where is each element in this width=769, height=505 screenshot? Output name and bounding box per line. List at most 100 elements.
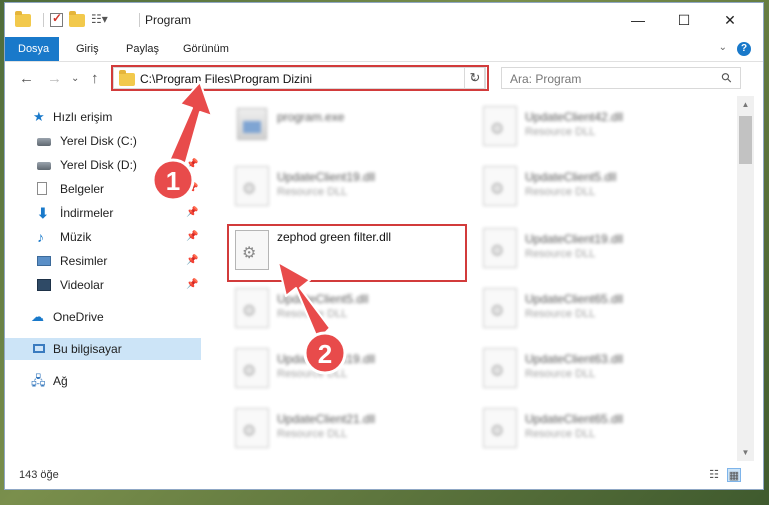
file-description: Resource DLL	[277, 428, 348, 440]
list-item[interactable]: ⚙ UpdateClient65.dll Resource DLL	[475, 404, 705, 454]
properties-icon[interactable]	[50, 11, 63, 27]
folder-icon	[15, 10, 31, 27]
file-name: UpdateClient19.dll	[277, 352, 376, 366]
file-list: program.exe ⚙ UpdateClient19.dll Resourc…	[205, 96, 737, 461]
file-name: program.exe	[277, 110, 345, 124]
pin-icon[interactable]: 📌	[186, 202, 198, 224]
list-item[interactable]: ⚙ UpdateClient63.dll Resource DLL	[475, 344, 705, 394]
sidebar-item-onedrive[interactable]: ☁ OneDrive	[5, 306, 201, 328]
explorer-window: ☷▾ Program — ☐ ✕ Dosya Giriş Paylaş Görü…	[4, 2, 764, 490]
title-divider	[139, 13, 140, 27]
expand-ribbon-icon[interactable]: ⌄	[719, 42, 727, 53]
scroll-up-icon[interactable]: ▲	[737, 96, 754, 113]
file-name: UpdateClient5.dll	[277, 292, 369, 306]
sidebar-item-documents[interactable]: Belgeler 📌	[5, 178, 201, 200]
sidebar-item-disk-c[interactable]: Yerel Disk (C:)	[5, 130, 201, 152]
dll-file-icon: ⚙	[483, 408, 517, 448]
minimize-button[interactable]: —	[615, 3, 661, 37]
search-input[interactable]: Ara: Program	[510, 72, 581, 86]
sidebar-item-label: Hızlı erişim	[53, 110, 113, 124]
forward-button[interactable]: →	[47, 70, 62, 87]
pictures-icon	[37, 256, 51, 266]
toolbar-divider	[43, 13, 44, 27]
tab-share[interactable]: Paylaş	[113, 37, 172, 61]
gear-icon: ⚙	[490, 243, 505, 260]
sidebar-item-label: Belgeler	[60, 182, 105, 196]
sidebar-item-label: Videolar	[60, 278, 104, 292]
sidebar-item-label: Bu bilgisayar	[53, 342, 122, 356]
file-name: UpdateClient5.dll	[525, 170, 617, 184]
file-name: UpdateClient21.dll	[277, 412, 376, 426]
list-item[interactable]: ⚙ UpdateClient65.dll Resource DLL	[475, 284, 705, 334]
sidebar-item-music[interactable]: ♪ Müzik 📌	[5, 226, 201, 248]
pin-icon[interactable]: 📌	[186, 178, 198, 200]
search-box[interactable]: Ara: Program ⚲	[501, 67, 741, 89]
dll-file-icon: ⚙	[483, 288, 517, 328]
sidebar-item-pictures[interactable]: Resimler 📌	[5, 250, 201, 272]
sidebar-item-downloads[interactable]: ⬇ İndirmeler 📌	[5, 202, 201, 224]
dll-file-icon: ⚙	[483, 228, 517, 268]
tab-file[interactable]: Dosya	[5, 37, 59, 61]
computer-icon	[33, 344, 45, 353]
help-icon[interactable]: ?	[737, 42, 751, 56]
back-button[interactable]: ←	[19, 70, 34, 87]
file-description: Resource DLL	[525, 308, 596, 320]
window-title: Program	[145, 13, 192, 27]
music-icon: ♪	[37, 229, 44, 245]
maximize-button[interactable]: ☐	[661, 3, 707, 37]
list-item[interactable]: ⚙ UpdateClient19.dll Resource DLL	[227, 344, 457, 394]
pin-icon[interactable]: 📌	[186, 250, 198, 272]
quick-access-toolbar: ☷▾	[15, 10, 119, 29]
gear-icon: ⚙	[242, 303, 257, 320]
sidebar-item-this-pc[interactable]: Bu bilgisayar	[5, 338, 201, 360]
scroll-thumb[interactable]	[739, 116, 752, 164]
tab-view[interactable]: Görünüm	[170, 37, 242, 61]
gear-icon: ⚙	[490, 303, 505, 320]
file-description: Resource DLL	[277, 186, 348, 198]
pin-icon[interactable]: 📌	[186, 226, 198, 248]
sidebar-item-videos[interactable]: Videolar 📌	[5, 274, 201, 296]
sidebar-item-label: OneDrive	[53, 310, 104, 324]
videos-icon	[37, 279, 51, 291]
file-description: Resource DLL	[525, 126, 596, 138]
cloud-icon: ☁	[31, 309, 44, 324]
file-name: UpdateClient19.dll	[277, 170, 376, 184]
sidebar-item-label: Müzik	[60, 230, 92, 244]
sidebar-item-quick-access[interactable]: ★ Hızlı erişim	[5, 106, 201, 128]
gear-icon: ⚙	[242, 181, 257, 198]
address-highlight	[111, 65, 489, 91]
large-icons-view-icon[interactable]: ▦	[727, 468, 741, 482]
dll-file-icon: ⚙	[483, 348, 517, 388]
recent-locations-icon[interactable]: ⌄	[71, 73, 79, 84]
details-view-icon[interactable]: ☷	[707, 468, 721, 482]
list-item[interactable]: ⚙ UpdateClient5.dll Resource DLL	[227, 284, 457, 334]
file-description: Resource DLL	[277, 368, 348, 380]
up-button[interactable]: ↑	[91, 70, 99, 87]
list-item[interactable]: ⚙ UpdateClient19.dll Resource DLL	[475, 224, 705, 274]
list-item[interactable]: ⚙ UpdateClient21.dll Resource DLL	[227, 404, 457, 454]
pin-icon[interactable]: 📌	[186, 154, 198, 176]
list-item[interactable]: program.exe	[227, 102, 457, 152]
star-icon: ★	[33, 109, 45, 124]
vertical-scrollbar[interactable]: ▲ ▼	[737, 96, 754, 461]
sidebar-item-disk-d[interactable]: Yerel Disk (D:) 📌	[5, 154, 201, 176]
sidebar-item-network[interactable]: 🖧 Ağ	[5, 370, 201, 392]
navigation-pane: ★ Hızlı erişim Yerel Disk (C:) Yerel Dis…	[5, 96, 201, 461]
scroll-down-icon[interactable]: ▼	[737, 444, 754, 461]
list-item[interactable]: ⚙ UpdateClient5.dll Resource DLL	[475, 162, 705, 212]
customize-icon[interactable]: ☷▾	[91, 12, 113, 28]
dll-file-icon: ⚙	[235, 166, 269, 206]
dll-file-icon: ⚙	[483, 106, 517, 146]
disk-icon	[37, 138, 51, 146]
tab-home[interactable]: Giriş	[63, 37, 112, 61]
gear-icon: ⚙	[490, 121, 505, 138]
gear-icon: ⚙	[490, 363, 505, 380]
list-item[interactable]: ⚙ UpdateClient19.dll Resource DLL	[227, 162, 457, 212]
new-folder-icon[interactable]	[69, 10, 85, 27]
file-description: Resource DLL	[525, 428, 596, 440]
list-item[interactable]: ⚙ UpdateClient42.dll Resource DLL	[475, 102, 705, 152]
dll-file-icon: ⚙	[483, 166, 517, 206]
file-description: Resource DLL	[525, 368, 596, 380]
pin-icon[interactable]: 📌	[186, 274, 198, 296]
close-button[interactable]: ✕	[707, 3, 753, 37]
